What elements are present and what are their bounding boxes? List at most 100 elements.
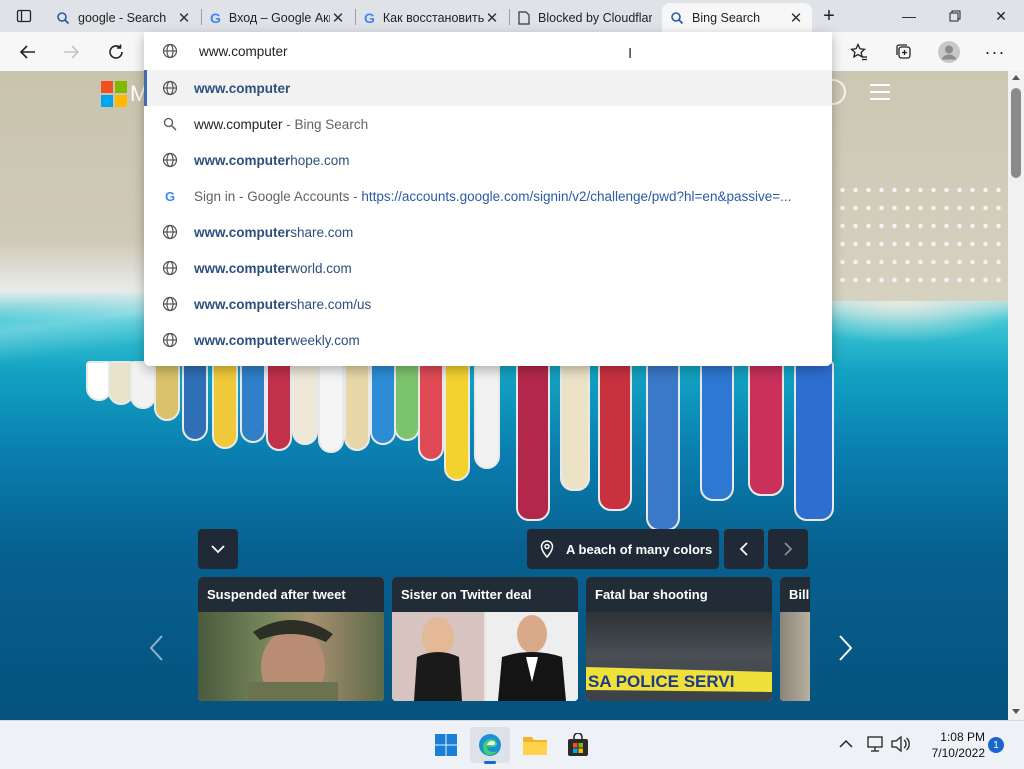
suggestion-match: www.computer	[194, 224, 291, 240]
clock-date: 7/10/2022	[931, 746, 985, 760]
speaker-icon	[891, 735, 910, 753]
tab-google-search[interactable]: google - Search ✕	[48, 3, 200, 32]
taskbar-file-explorer-button[interactable]	[515, 727, 555, 763]
news-card[interactable]: Fatal bar shooting SA POLICE SERVI	[586, 577, 772, 701]
image-info-button[interactable]: A beach of many colors	[527, 529, 719, 569]
close-tab-icon[interactable]: ✕	[176, 10, 192, 27]
news-card[interactable]: Suspended after tweet	[198, 577, 384, 701]
chevron-right-icon	[839, 635, 853, 661]
background-image-boats	[80, 361, 850, 531]
microsoft-logo-icon	[101, 81, 127, 107]
tab-title: Вход – Google Аккаунты	[228, 10, 330, 25]
windows-logo-icon	[435, 734, 457, 756]
svg-text:SA POLICE SERVI: SA POLICE SERVI	[588, 672, 734, 691]
news-card[interactable]: Sister on Twitter deal	[392, 577, 578, 701]
address-bar[interactable]: www.computer I	[144, 32, 832, 70]
refresh-button[interactable]	[101, 38, 131, 66]
text-cursor-icon: I	[628, 45, 633, 62]
globe-icon	[160, 330, 180, 350]
favorites-button[interactable]	[844, 38, 874, 66]
suggestion-rest: share.com/us	[290, 296, 372, 312]
news-card-title: Bill	[780, 577, 810, 612]
suggestion-match: www.computer	[194, 260, 291, 276]
hamburger-menu-button[interactable]	[869, 83, 891, 101]
page-icon	[518, 10, 530, 25]
tab-bing-search[interactable]: Bing Search ✕	[662, 3, 812, 32]
suggestion-item[interactable]: www.computer	[144, 70, 832, 106]
avatar	[938, 41, 960, 63]
edge-icon	[479, 734, 501, 756]
suggestion-rest: world.com	[290, 260, 352, 276]
scroll-up-icon	[1012, 75, 1020, 80]
previous-image-button[interactable]	[724, 529, 764, 569]
carousel-previous-button[interactable]	[148, 634, 168, 664]
suggestion-item[interactable]: G Sign in - Google Accounts - https://ac…	[144, 178, 832, 214]
suggestion-item[interactable]: www.computerweekly.com	[144, 322, 832, 358]
google-icon: G	[364, 9, 375, 26]
google-icon: G	[164, 188, 176, 204]
tab-title: Как восстановить	[382, 10, 484, 25]
suggestion-match: www.computer	[194, 332, 291, 348]
minimize-button[interactable]: —	[886, 0, 932, 32]
back-button[interactable]	[13, 38, 43, 66]
news-card[interactable]: Bill	[780, 577, 810, 701]
clock[interactable]: 1:08 PM 7/10/2022	[915, 729, 985, 761]
tab-recover[interactable]: G Как восстановить ✕	[356, 3, 508, 32]
new-tab-button[interactable]: +	[812, 0, 846, 32]
profile-button[interactable]	[934, 38, 964, 66]
scrollbar-thumb[interactable]	[1011, 88, 1021, 178]
taskbar-store-button[interactable]	[558, 727, 598, 763]
close-window-button[interactable]: ✕	[978, 0, 1024, 32]
news-card-title: Suspended after tweet	[198, 577, 384, 612]
microsoft-logo[interactable]	[101, 81, 127, 107]
volume-button[interactable]	[890, 735, 910, 755]
suggestion-query: www.computer	[194, 116, 283, 132]
suggestion-item[interactable]: www.computershare.com/us	[144, 286, 832, 322]
news-card-title: Sister on Twitter deal	[392, 577, 578, 612]
address-input[interactable]: www.computer	[199, 44, 288, 59]
chevron-left-icon	[149, 635, 163, 661]
tab-cloudflare[interactable]: Blocked by Cloudflare	[510, 3, 660, 32]
refresh-icon	[109, 44, 123, 59]
scroll-down-icon	[1012, 709, 1020, 714]
show-hidden-icons-button[interactable]	[838, 737, 856, 753]
chevron-down-icon	[211, 545, 225, 554]
close-tab-icon[interactable]: ✕	[788, 10, 804, 27]
clock-time: 1:08 PM	[940, 730, 985, 744]
chevron-right-icon	[784, 542, 793, 556]
suggestion-match: www.computer	[194, 152, 291, 168]
settings-menu-button[interactable]: ···	[980, 38, 1010, 66]
suggestion-item[interactable]: www.computershare.com	[144, 214, 832, 250]
suggestion-item[interactable]: www.computerhope.com	[144, 142, 832, 178]
suggestion-match: www.computer	[194, 80, 291, 96]
globe-icon	[160, 78, 180, 98]
network-button[interactable]	[866, 735, 886, 755]
close-tab-icon[interactable]: ✕	[484, 10, 500, 27]
hamburger-icon	[870, 84, 890, 100]
suggestion-item[interactable]: www.computer - Bing Search	[144, 106, 832, 142]
forward-button[interactable]	[56, 38, 86, 66]
collections-button[interactable]	[889, 38, 919, 66]
carousel-next-button[interactable]	[838, 634, 858, 664]
notification-badge[interactable]: 1	[988, 737, 1004, 753]
suggestion-suffix: - Bing Search	[282, 116, 369, 132]
collapse-feed-button[interactable]	[198, 529, 238, 569]
next-image-button[interactable]	[768, 529, 808, 569]
tab-actions-button[interactable]	[8, 5, 40, 27]
start-button[interactable]	[426, 727, 466, 763]
close-tab-icon[interactable]: ✕	[330, 10, 346, 27]
globe-icon	[160, 258, 180, 278]
taskbar-edge-button[interactable]	[470, 727, 510, 764]
restore-button[interactable]	[932, 0, 978, 32]
news-card-image	[198, 612, 384, 701]
globe-icon	[160, 294, 180, 314]
news-card-title: Fatal bar shooting	[586, 577, 772, 612]
search-icon	[671, 11, 684, 24]
favorites-icon	[850, 43, 867, 61]
suggestion-item[interactable]: www.computerworld.com	[144, 250, 832, 286]
taskbar: 1:08 PM 7/10/2022 1	[0, 720, 1024, 769]
title-bar: google - Search ✕ G Вход – Google Аккаун…	[0, 0, 1024, 32]
suggestion-rest: hope.com	[290, 152, 350, 168]
tab-google-login[interactable]: G Вход – Google Аккаунты ✕	[202, 3, 354, 32]
background-image-umbrellas	[836, 181, 1006, 291]
